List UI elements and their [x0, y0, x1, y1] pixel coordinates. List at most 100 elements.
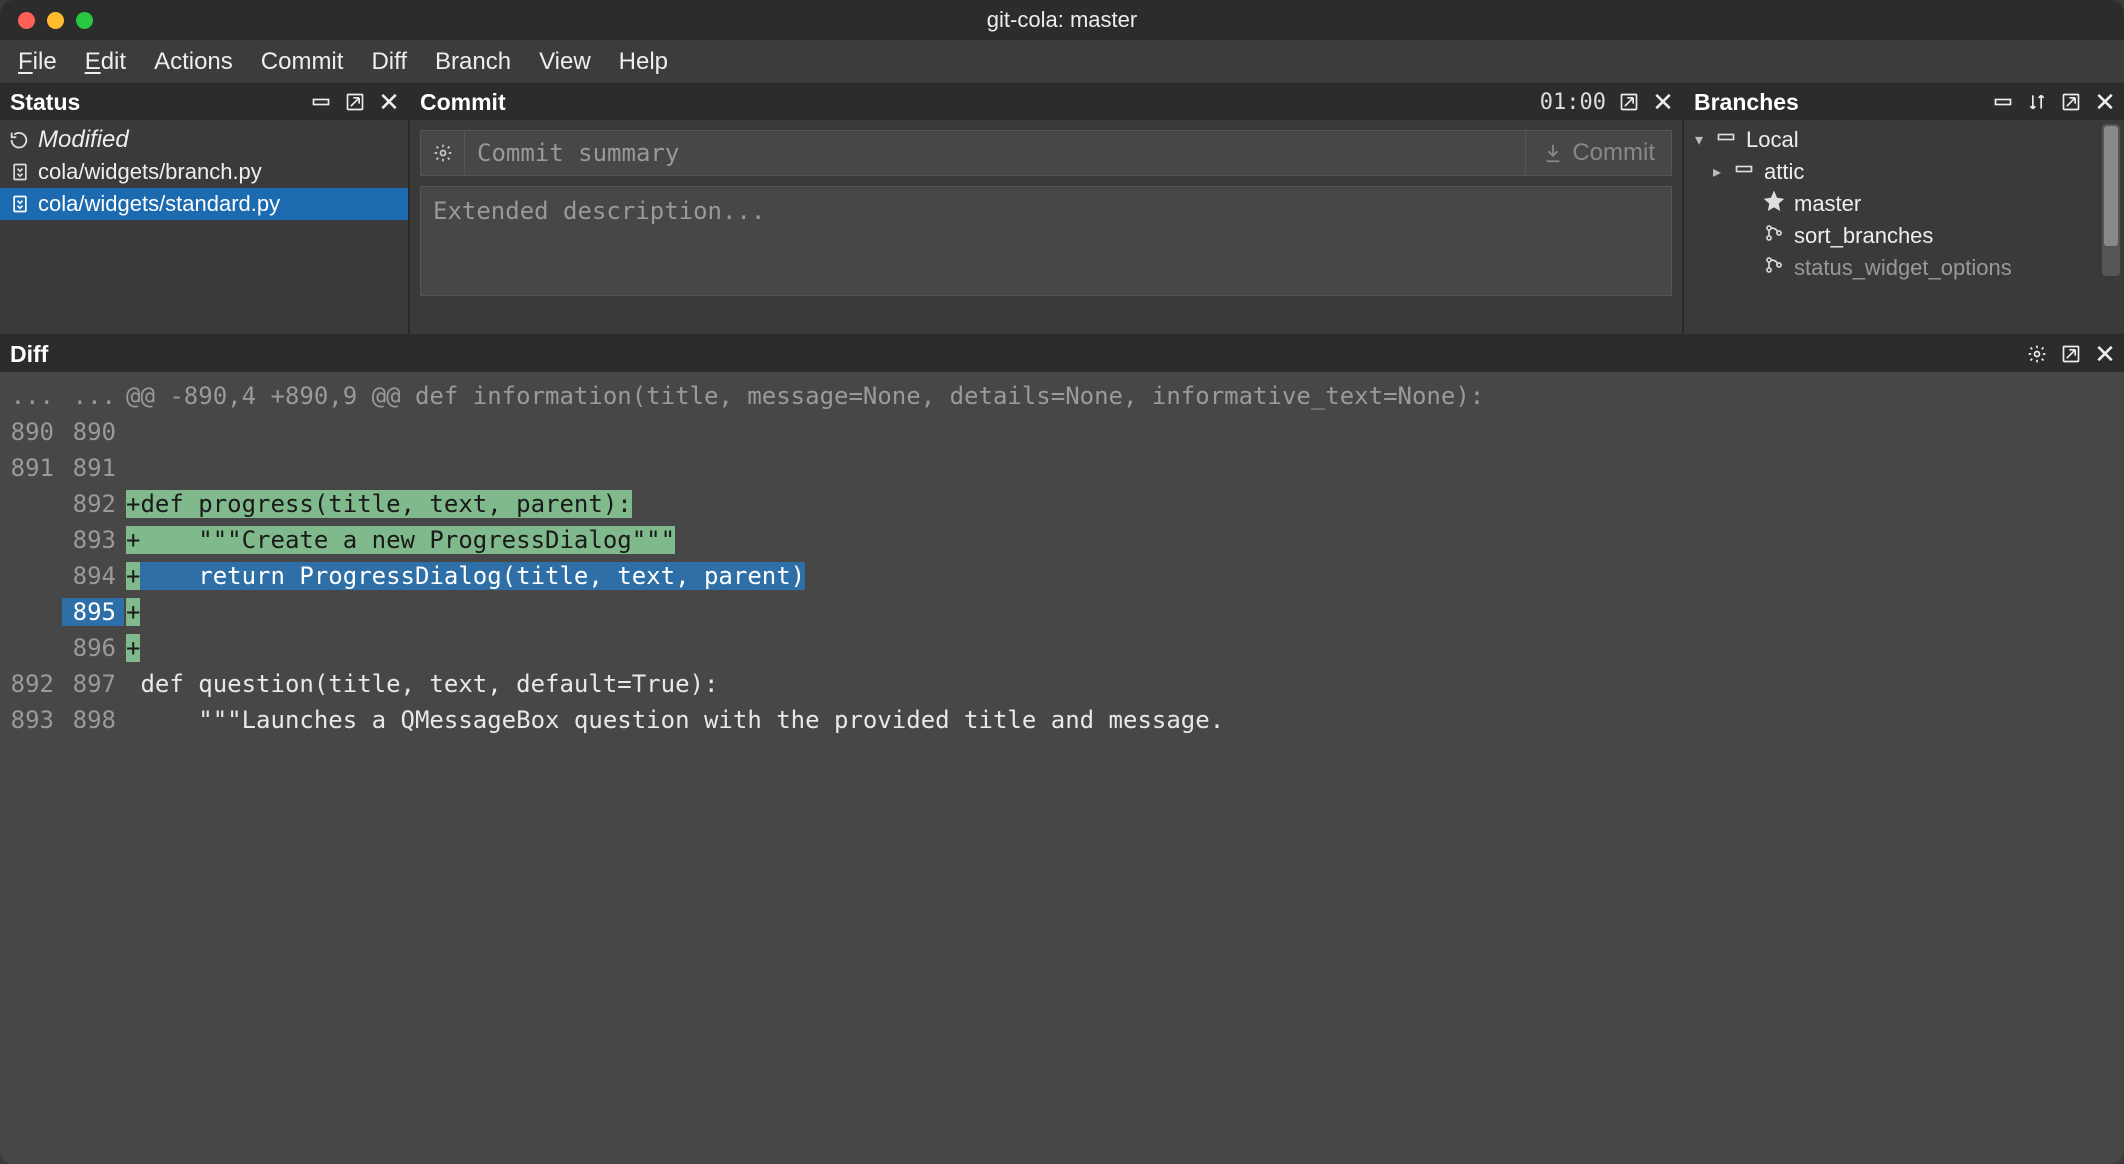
- branch-name: status_widget_options: [1794, 255, 2012, 281]
- diff-line[interactable]: 890 890: [0, 414, 2124, 450]
- branch-name: attic: [1764, 159, 1804, 185]
- menu-actions[interactable]: Actions: [154, 48, 233, 76]
- branches-local-label: Local: [1746, 127, 1799, 153]
- diff-panel: Diff ✕ ... ... @@ -890,4 +890,9 @@ def i…: [0, 334, 2124, 1164]
- branches-sort-icon[interactable]: [2026, 91, 2048, 113]
- diff-gutter-new: 896: [62, 634, 124, 662]
- branch-icon: [1764, 255, 1784, 281]
- window-minimize-button[interactable]: [47, 12, 64, 29]
- branches-local-node[interactable]: ▾ Local: [1684, 124, 2124, 156]
- diff-code: def question(title, text, default=True):: [124, 670, 2124, 698]
- diff-gutter-old: ...: [0, 382, 62, 410]
- diff-popout-icon[interactable]: [2060, 343, 2082, 365]
- diff-code: @@ -890,4 +890,9 @@ def information(titl…: [124, 382, 2124, 410]
- status-panel-title: Status: [8, 89, 80, 116]
- diff-body[interactable]: ... ... @@ -890,4 +890,9 @@ def informat…: [0, 372, 2124, 1164]
- branches-panel-title: Branches: [1692, 89, 1799, 116]
- diff-gutter-new: 890: [62, 418, 124, 446]
- menubar: File Edit Actions Commit Diff Branch Vie…: [0, 40, 2124, 84]
- commit-summary-row: Commit: [420, 130, 1672, 176]
- status-file[interactable]: cola/widgets/branch.py: [0, 156, 408, 188]
- commit-button[interactable]: Commit: [1526, 130, 1672, 176]
- branches-popout-icon[interactable]: [2060, 91, 2082, 113]
- commit-summary-input[interactable]: [464, 130, 1526, 176]
- diff-panel-title: Diff: [8, 341, 48, 368]
- commit-close-icon[interactable]: ✕: [1652, 91, 1674, 113]
- diff-line[interactable]: 893 898 """Launches a QMessageBox questi…: [0, 702, 2124, 738]
- branches-scrollbar[interactable]: [2102, 124, 2120, 276]
- commit-description-input[interactable]: [420, 186, 1672, 296]
- branch-item[interactable]: ▸ attic: [1684, 156, 2124, 188]
- commit-popout-icon[interactable]: [1618, 91, 1640, 113]
- branches-close-icon[interactable]: ✕: [2094, 91, 2116, 113]
- diff-line[interactable]: 896 +: [0, 630, 2124, 666]
- commit-panel-header: Commit 01:00 ✕: [410, 84, 1682, 120]
- status-file-path: cola/widgets/standard.py: [38, 191, 280, 217]
- branch-name: sort_branches: [1794, 223, 1933, 249]
- diff-settings-icon[interactable]: [2026, 343, 2048, 365]
- diff-gutter-new: 898: [62, 706, 124, 734]
- menu-edit[interactable]: Edit: [85, 48, 126, 76]
- diff-line[interactable]: 894 + return ProgressDialog(title, text,…: [0, 558, 2124, 594]
- diff-gutter-old: 890: [0, 418, 62, 446]
- diff-code: + return ProgressDialog(title, text, par…: [124, 562, 2124, 590]
- branch-item[interactable]: sort_branches: [1684, 220, 2124, 252]
- status-body: Modified cola/widgets/branch.py cola/wid…: [0, 120, 408, 224]
- branches-scrollbar-thumb[interactable]: [2104, 126, 2118, 246]
- menu-file[interactable]: File: [18, 48, 57, 76]
- branches-local-expander[interactable]: ▾: [1692, 130, 1706, 150]
- diff-gutter-old: 893: [0, 706, 62, 734]
- menu-help[interactable]: Help: [619, 48, 668, 76]
- status-file[interactable]: cola/widgets/standard.py: [0, 188, 408, 220]
- branch-expander[interactable]: ▸: [1710, 162, 1724, 182]
- diff-line[interactable]: 892 +def progress(title, text, parent):: [0, 486, 2124, 522]
- branches-panel: Branches ✕ ▾ Local ▸ attic master sort_b…: [1684, 84, 2124, 334]
- commit-timer: 01:00: [1540, 90, 1606, 115]
- status-dock-icon[interactable]: [310, 91, 332, 113]
- branches-body: ▾ Local ▸ attic master sort_branches sta…: [1684, 120, 2124, 288]
- status-close-icon[interactable]: ✕: [378, 91, 400, 113]
- branch-item[interactable]: status_widget_options: [1684, 252, 2124, 284]
- status-modified-group[interactable]: Modified: [0, 124, 408, 156]
- diff-line[interactable]: 891 891: [0, 450, 2124, 486]
- diff-code: """Launches a QMessageBox question with …: [124, 706, 2124, 734]
- menu-view[interactable]: View: [539, 48, 591, 76]
- commit-body: Commit: [410, 120, 1682, 306]
- status-modified-label: Modified: [38, 126, 129, 154]
- diff-code: + """Create a new ProgressDialog""": [124, 526, 2124, 554]
- diff-gutter-new: 893: [62, 526, 124, 554]
- folder-icon: [1716, 127, 1736, 153]
- branch-name: master: [1794, 191, 1861, 217]
- diff-close-icon[interactable]: ✕: [2094, 343, 2116, 365]
- status-panel-header: Status ✕: [0, 84, 408, 120]
- diff-line[interactable]: 892 897 def question(title, text, defaul…: [0, 666, 2124, 702]
- window-maximize-button[interactable]: [76, 12, 93, 29]
- diff-gutter-new: 892: [62, 490, 124, 518]
- diff-gutter-new: 891: [62, 454, 124, 482]
- status-popout-icon[interactable]: [344, 91, 366, 113]
- branches-panel-header: Branches ✕: [1684, 84, 2124, 120]
- diff-code: +def progress(title, text, parent):: [124, 490, 2124, 518]
- diff-gutter-old: 892: [0, 670, 62, 698]
- branches-dock-icon[interactable]: [1992, 91, 2014, 113]
- diff-panel-header: Diff ✕: [0, 336, 2124, 372]
- menu-branch[interactable]: Branch: [435, 48, 511, 76]
- window-close-button[interactable]: [18, 12, 35, 29]
- diff-code: +: [124, 598, 2124, 626]
- window-title: git-cola: master: [0, 7, 2124, 33]
- diff-gutter-old: 891: [0, 454, 62, 482]
- branch-item[interactable]: master: [1684, 188, 2124, 220]
- branch-icon: [1764, 223, 1784, 249]
- folder-icon: [1734, 159, 1754, 185]
- star-icon: [1764, 191, 1784, 217]
- top-row: Status ✕ Modified cola/widgets/branch.py…: [0, 84, 2124, 334]
- commit-options-button[interactable]: [420, 130, 464, 176]
- menu-commit[interactable]: Commit: [261, 48, 344, 76]
- diff-line[interactable]: 895 +: [0, 594, 2124, 630]
- traffic-lights: [0, 12, 93, 29]
- titlebar: git-cola: master: [0, 0, 2124, 40]
- menu-diff[interactable]: Diff: [371, 48, 407, 76]
- diff-line[interactable]: ... ... @@ -890,4 +890,9 @@ def informat…: [0, 378, 2124, 414]
- commit-button-label: Commit: [1572, 139, 1655, 167]
- diff-line[interactable]: 893 + """Create a new ProgressDialog""": [0, 522, 2124, 558]
